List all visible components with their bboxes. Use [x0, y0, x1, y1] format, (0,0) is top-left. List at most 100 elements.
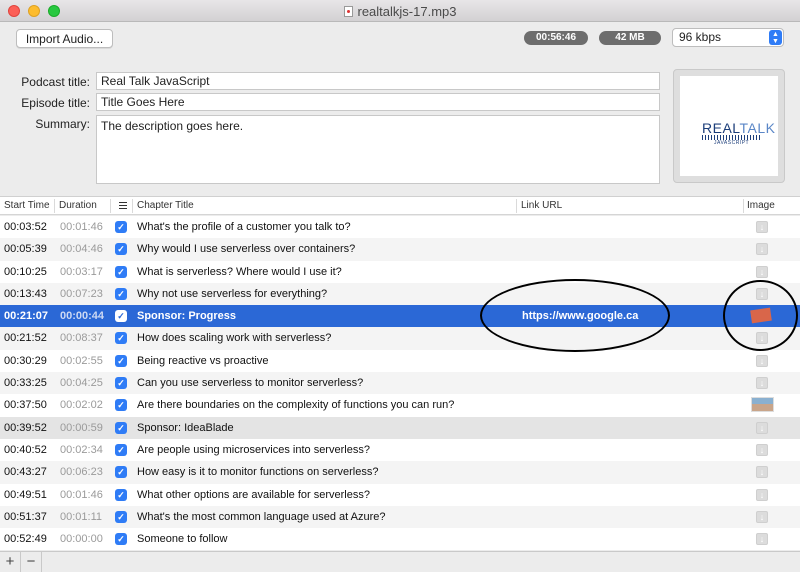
- download-icon[interactable]: ↓: [756, 421, 768, 434]
- chapter-title-cell[interactable]: What's the most common language used at …: [137, 511, 386, 523]
- chapter-enabled-checkbox[interactable]: ✓: [115, 466, 127, 479]
- column-header-duration[interactable]: Duration: [59, 200, 97, 211]
- list-menu-icon[interactable]: [119, 202, 127, 209]
- chapter-title-cell[interactable]: Why would I use serverless over containe…: [137, 243, 355, 255]
- column-divider[interactable]: [110, 199, 111, 213]
- start-time-cell[interactable]: 00:39:52: [4, 422, 47, 434]
- chapter-enabled-checkbox[interactable]: ✓: [115, 510, 127, 523]
- chapter-enabled-checkbox[interactable]: ✓: [115, 243, 127, 256]
- start-time-cell[interactable]: 00:49:51: [4, 489, 47, 501]
- column-divider[interactable]: [743, 199, 744, 213]
- table-row[interactable]: 00:52:49 00:00:00 ✓ Someone to follow ↓: [0, 528, 800, 551]
- chapter-enabled-checkbox[interactable]: ✓: [115, 377, 127, 390]
- start-time-cell[interactable]: 00:40:52: [4, 444, 47, 456]
- download-icon[interactable]: ↓: [756, 265, 768, 278]
- table-row[interactable]: 00:21:52 00:08:37 ✓ How does scaling work w…: [0, 327, 800, 350]
- column-header-link-url[interactable]: Link URL: [521, 200, 562, 211]
- episode-title-input[interactable]: Title Goes Here: [96, 93, 660, 111]
- summary-label: Summary:: [35, 117, 90, 131]
- column-header-image[interactable]: Image: [747, 200, 775, 211]
- column-header-start-time[interactable]: Start Time: [4, 200, 50, 211]
- download-icon[interactable]: ↓: [756, 443, 768, 456]
- download-icon[interactable]: ↓: [756, 354, 768, 367]
- table-row[interactable]: 00:40:52 00:02:34 ✓ Are people using micros…: [0, 438, 800, 462]
- chapter-enabled-checkbox[interactable]: ✓: [115, 488, 127, 501]
- chapter-enabled-checkbox[interactable]: ✓: [115, 421, 127, 434]
- chapter-title-cell[interactable]: Why not use serverless for everything?: [137, 288, 327, 300]
- chapter-image-thumbnail[interactable]: [751, 397, 774, 413]
- download-icon[interactable]: ↓: [756, 533, 768, 546]
- table-row[interactable]: 00:10:25 00:03:17 ✓ What is serverless? Whe…: [0, 260, 800, 283]
- chapter-title-cell[interactable]: Someone to follow: [137, 533, 228, 545]
- bitrate-select[interactable]: 96 kbps ▲ ▼: [672, 28, 784, 47]
- table-row[interactable]: 00:05:39 00:04:46 ✓ Why would I use serverl…: [0, 238, 800, 261]
- table-row[interactable]: 00:03:52 00:01:46 ✓ What's the profile of a…: [0, 216, 800, 239]
- podcast-artwork-well[interactable]: REALTALK JAVASCRIPT: [673, 69, 785, 183]
- duration-cell: 00:02:34: [60, 443, 103, 456]
- download-icon[interactable]: ↓: [756, 221, 768, 233]
- chapter-title-cell[interactable]: What's the profile of a customer you tal…: [137, 221, 351, 233]
- chapter-enabled-checkbox[interactable]: ✓: [115, 399, 127, 412]
- table-row[interactable]: 00:39:52 00:00:59 ✓ Sponsor: IdeaBlade ↓: [0, 416, 800, 439]
- start-time-cell[interactable]: 00:51:37: [4, 511, 47, 523]
- start-time-cell[interactable]: 00:13:43: [4, 288, 47, 300]
- download-icon[interactable]: ↓: [756, 510, 768, 523]
- start-time-cell[interactable]: 00:37:50: [4, 399, 47, 411]
- chapter-title-cell[interactable]: How does scaling work with serverless?: [137, 332, 331, 344]
- duration-cell: 00:00:59: [60, 421, 103, 434]
- column-header-chapter-title[interactable]: Chapter Title: [137, 200, 194, 211]
- chapter-title-cell[interactable]: Sponsor: Progress: [137, 310, 236, 322]
- download-icon[interactable]: ↓: [756, 488, 768, 501]
- chapter-enabled-checkbox[interactable]: ✓: [115, 310, 127, 323]
- download-icon[interactable]: ↓: [756, 466, 768, 479]
- chapter-title-cell[interactable]: What is serverless? Where would I use it…: [137, 266, 342, 278]
- download-icon[interactable]: ↓: [756, 377, 768, 390]
- table-row[interactable]: 00:37:50 00:02:02 ✓ Are there boundaries on…: [0, 394, 800, 417]
- column-divider[interactable]: [54, 199, 55, 213]
- start-time-cell[interactable]: 00:43:27: [4, 466, 47, 478]
- table-row[interactable]: 00:13:43 00:07:23 ✓ Why not use serverless …: [0, 282, 800, 306]
- podcast-title-input[interactable]: Real Talk JavaScript: [96, 72, 660, 90]
- chapter-enabled-checkbox[interactable]: ✓: [115, 221, 127, 233]
- column-divider[interactable]: [132, 199, 133, 213]
- chapter-title-cell[interactable]: What other options are available for ser…: [137, 489, 370, 501]
- stepper-arrows-icon: ▲ ▼: [769, 30, 782, 45]
- table-row[interactable]: 00:43:27 00:06:23 ✓ How easy is it to monit…: [0, 461, 800, 484]
- column-divider[interactable]: [516, 199, 517, 213]
- start-time-cell[interactable]: 00:10:25: [4, 266, 47, 278]
- remove-chapter-button[interactable]: −: [21, 552, 42, 572]
- table-row[interactable]: 00:33:25 00:04:25 ✓ Can you use serverless …: [0, 372, 800, 395]
- chapter-title-cell[interactable]: How easy is it to monitor functions on s…: [137, 466, 379, 478]
- annotation-circle-link-url: [480, 279, 670, 352]
- duration-cell: 00:00:00: [60, 533, 103, 546]
- chapter-enabled-checkbox[interactable]: ✓: [115, 354, 127, 367]
- chapter-title-cell[interactable]: Can you use serverless to monitor server…: [137, 377, 363, 389]
- start-time-cell[interactable]: 00:52:49: [4, 533, 47, 545]
- chapter-enabled-checkbox[interactable]: ✓: [115, 265, 127, 278]
- download-icon[interactable]: ↓: [756, 243, 768, 256]
- import-audio-button[interactable]: Import Audio...: [16, 29, 113, 48]
- duration-cell: 00:01:46: [60, 488, 103, 501]
- chapter-title-cell[interactable]: Being reactive vs proactive: [137, 355, 268, 367]
- chapter-title-cell[interactable]: Are there boundaries on the complexity o…: [137, 399, 454, 411]
- table-row[interactable]: 00:30:29 00:02:55 ✓ Being reactive vs proac…: [0, 349, 800, 373]
- table-row[interactable]: 00:21:07 00:00:44 ✓ Sponsor: Progress https:…: [0, 305, 800, 328]
- chapter-enabled-checkbox[interactable]: ✓: [115, 332, 127, 345]
- start-time-cell[interactable]: 00:05:39: [4, 243, 47, 255]
- start-time-cell[interactable]: 00:21:52: [4, 332, 47, 344]
- start-time-cell[interactable]: 00:21:07: [4, 310, 48, 322]
- chapter-title-cell[interactable]: Sponsor: IdeaBlade: [137, 422, 234, 434]
- chapter-title-cell[interactable]: Are people using microservices into serv…: [137, 444, 370, 456]
- start-time-cell[interactable]: 00:33:25: [4, 377, 47, 389]
- start-time-cell[interactable]: 00:30:29: [4, 355, 47, 367]
- table-row[interactable]: 00:51:37 00:01:11 ✓ What's the most common …: [0, 505, 800, 529]
- summary-textarea[interactable]: The description goes here.: [96, 115, 660, 184]
- chapter-enabled-checkbox[interactable]: ✓: [115, 287, 127, 300]
- duration-cell: 00:06:23: [60, 466, 103, 479]
- duration-cell: 00:07:23: [60, 287, 103, 300]
- start-time-cell[interactable]: 00:03:52: [4, 221, 47, 233]
- chapter-enabled-checkbox[interactable]: ✓: [115, 443, 127, 456]
- table-row[interactable]: 00:49:51 00:01:46 ✓ What other options are …: [0, 483, 800, 506]
- chapter-enabled-checkbox[interactable]: ✓: [115, 533, 127, 546]
- add-chapter-button[interactable]: +: [0, 552, 21, 572]
